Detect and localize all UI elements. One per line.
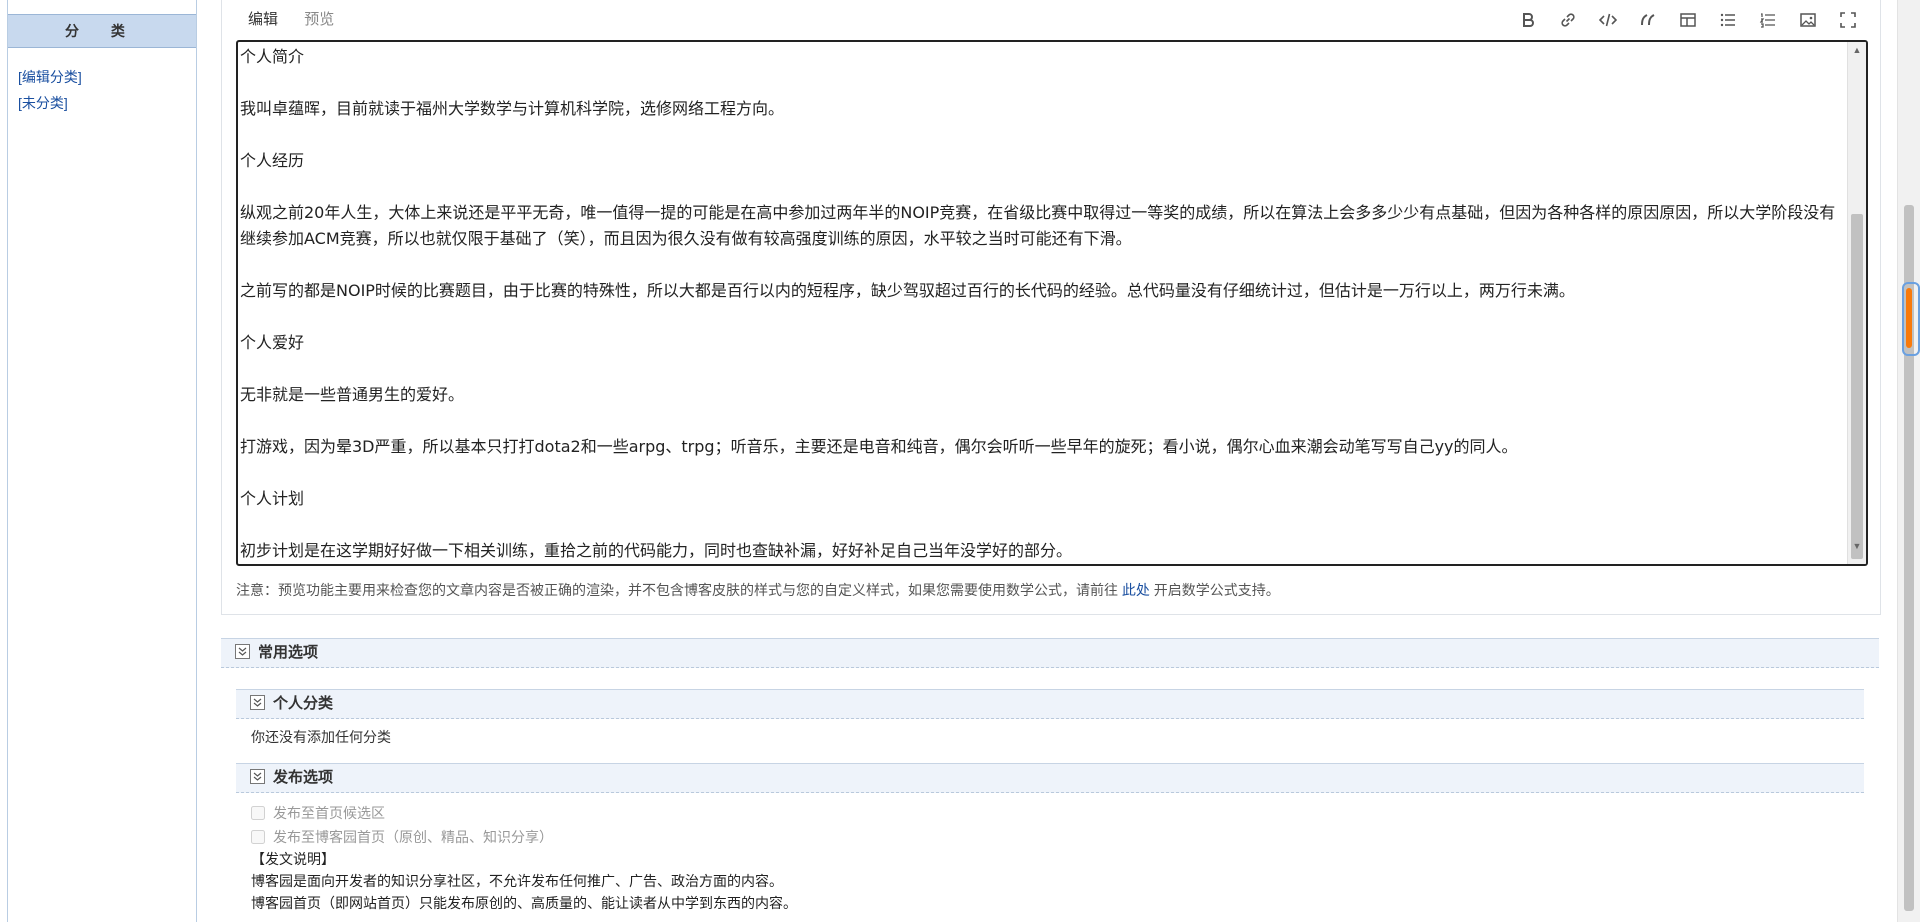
common-options-title: 常用选项 (258, 644, 319, 661)
tab-edit[interactable]: 编辑 (248, 11, 278, 28)
editor-blank-line (240, 174, 1844, 200)
category-empty-text: 你还没有添加任何分类 (251, 729, 391, 745)
bold-icon[interactable] (1516, 8, 1540, 32)
category-title: 个人分类 (273, 695, 334, 712)
editor-blank-line (240, 122, 1844, 148)
editor-blank-line (240, 512, 1844, 538)
editor-card: 编辑 预览 个人简介 我叫卓蕴晖，目前就读于福州大学数学与计算机科学院，选修网络… (221, 0, 1881, 615)
editor-blank-line (240, 408, 1844, 434)
common-options-header[interactable]: 常用选项 (221, 638, 1879, 668)
editor-line: 个人计划 (240, 489, 305, 508)
markdown-editor[interactable]: 个人简介我叫卓蕴晖，目前就读于福州大学数学与计算机科学院，选修网络工程方向。 个人… (236, 40, 1868, 566)
explain-line-1: 博客园是面向开发者的知识分享社区，不允许发布任何推广、广告、政治方面的内容。 (251, 873, 783, 889)
math-settings-link[interactable]: 此处 (1122, 582, 1150, 598)
editor-line: 之前写的都是NOIP时候的比赛题目，由于比赛的特殊性，所以大都是百行以内的短程序… (240, 281, 1575, 300)
scroll-down-icon[interactable]: ▼ (1848, 538, 1866, 554)
explain-line-2: 博客园首页（即网站首页）只能发布原创的、高质量的、能让读者从中学到东西的内容。 (251, 895, 797, 911)
editor-line: 个人简介 (240, 47, 305, 66)
note-prefix: 注意：预览功能主要用来检查您的文章内容是否被正确的渲染，并不包含博客皮肤的样式与… (236, 582, 1122, 598)
scroll-position-indicator (1906, 288, 1912, 348)
editor-line: 初步计划是在这学期好好做一下相关训练，重拾之前的代码能力，同时也查缺补漏，好好补… (240, 541, 1073, 560)
editor-blank-line (240, 252, 1844, 278)
note-suffix: 开启数学公式支持。 (1149, 582, 1280, 598)
explain-title: 【发文说明】 (251, 851, 335, 867)
bullet-list-icon[interactable] (1716, 8, 1740, 32)
editor-blank-line (240, 304, 1844, 330)
editor-line: 个人爱好 (240, 333, 305, 352)
preview-note: 注意：预览功能主要用来检查您的文章内容是否被正确的渲染，并不包含博客皮肤的样式与… (236, 580, 1280, 600)
publish-homepage-checkbox[interactable] (251, 830, 265, 844)
publish-candidate-checkbox[interactable] (251, 806, 265, 820)
scroll-up-icon[interactable]: ▲ (1848, 42, 1866, 58)
editor-line: 个人经历 (240, 151, 305, 170)
editor-line: 纵观之前20年人生，大体上来说还是平平无奇，唯一值得一提的可能是在高中参加过两年… (240, 203, 1836, 248)
collapse-icon[interactable] (250, 694, 265, 710)
editor-line: 我叫卓蕴晖，目前就读于福州大学数学与计算机科学院，选修网络工程方向。 (240, 99, 785, 118)
editor-tabs: 编辑 预览 (248, 8, 356, 29)
page-scrollbar[interactable] (1897, 0, 1920, 922)
editor-line: 无非就是一些普通男生的爱好。 (240, 385, 465, 404)
editor-content[interactable]: 个人简介我叫卓蕴晖，目前就读于福州大学数学与计算机科学院，选修网络工程方向。 个人… (240, 44, 1844, 564)
publish-homepage-option[interactable]: 发布至博客园首页（原创、精品、知识分享） (251, 827, 553, 847)
editor-scrollbar[interactable]: ▲ ▼ (1847, 42, 1866, 564)
editor-blank-line (240, 460, 1844, 486)
editor-line: 打游戏，因为晕3D严重，所以基本只打打dota2和一些arpg、trpg；听音乐… (240, 437, 1518, 456)
collapse-icon[interactable] (250, 768, 265, 784)
table-icon[interactable] (1676, 8, 1700, 32)
publish-candidate-option[interactable]: 发布至首页候选区 (251, 803, 385, 823)
uncategorized-link[interactable]: [未分类] (18, 90, 196, 116)
publish-options-title: 发布选项 (273, 769, 334, 786)
fullscreen-icon[interactable] (1836, 8, 1860, 32)
code-icon[interactable] (1596, 8, 1620, 32)
tab-preview[interactable]: 预览 (304, 11, 334, 28)
link-icon[interactable] (1556, 8, 1580, 32)
publish-options-header[interactable]: 发布选项 (236, 763, 1864, 793)
editor-toolbar (1516, 8, 1860, 32)
editor-blank-line (240, 70, 1844, 96)
category-header[interactable]: 个人分类 (236, 689, 1864, 719)
image-icon[interactable] (1796, 8, 1820, 32)
publish-candidate-label: 发布至首页候选区 (273, 805, 385, 821)
collapse-icon[interactable] (235, 643, 250, 659)
editor-scroll-thumb[interactable] (1851, 214, 1863, 559)
sidebar: 分 类 [编辑分类] [未分类] (7, 0, 197, 922)
sidebar-links: [编辑分类] [未分类] (8, 48, 196, 116)
publish-homepage-label: 发布至博客园首页（原创、精品、知识分享） (273, 829, 553, 845)
quote-icon[interactable] (1636, 8, 1660, 32)
edit-category-link[interactable]: [编辑分类] (18, 64, 196, 90)
editor-blank-line (240, 356, 1844, 382)
numbered-list-icon[interactable] (1756, 8, 1780, 32)
sidebar-header: 分 类 (8, 14, 196, 48)
